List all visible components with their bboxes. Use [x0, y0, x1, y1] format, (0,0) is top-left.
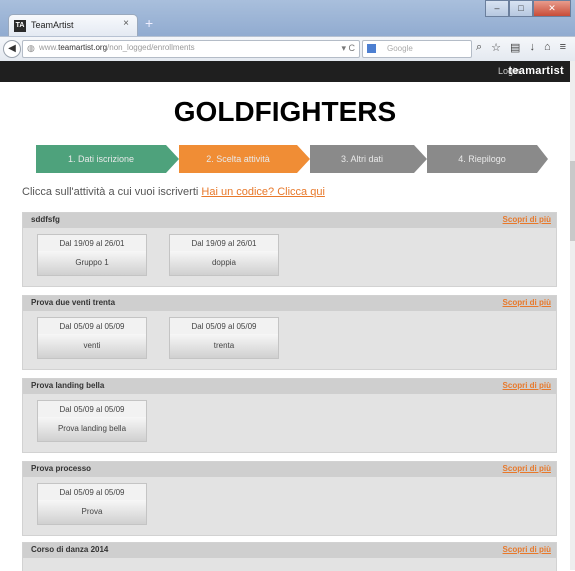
activity-slot[interactable]: Dal 05/09 al 05/09 trenta	[169, 317, 279, 359]
minimize-button[interactable]: –	[485, 0, 509, 17]
menu-icon[interactable]: ≡	[560, 41, 566, 54]
slot-name: venti	[38, 334, 146, 358]
progress-steps: 1. Dati iscrizione 2. Scelta attività 3.…	[22, 145, 548, 173]
step-arrow	[166, 145, 179, 173]
page-scrollbar[interactable]	[570, 61, 575, 570]
activity-slot[interactable]: Dal 05/09 al 05/09 Prova	[37, 483, 147, 525]
scopri-di-piu-link[interactable]: Scopri di più	[503, 545, 551, 554]
address-bar[interactable]: ◍ www.teamartist.org/non_logged/enrollme…	[22, 40, 360, 58]
scopri-di-piu-link[interactable]: Scopri di più	[503, 464, 551, 473]
intro-text: Clicca sull'attività a cui vuoi iscriver…	[22, 186, 325, 198]
browser-navbar: ◀ ◍ www.teamartist.org/non_logged/enroll…	[0, 36, 575, 62]
activity-block: Corso di danza 2014 Scopri di più	[22, 542, 557, 571]
browser-titlebar: TA TeamArtist × + – □ ✕	[0, 0, 575, 40]
teamartist-logo[interactable]: teamartist	[508, 65, 564, 77]
step-arrow	[414, 145, 427, 173]
scopri-di-piu-link[interactable]: Scopri di più	[503, 381, 551, 390]
slot-dates: Dal 19/09 al 26/01	[191, 239, 257, 248]
slot-name: Prova	[38, 500, 146, 524]
step-scelta-attivita[interactable]: 2. Scelta attività	[179, 145, 297, 173]
step-arrow	[537, 145, 548, 173]
search-icon[interactable]: ⌕	[476, 41, 482, 54]
activity-slot[interactable]: Dal 19/09 al 26/01 Gruppo 1	[37, 234, 147, 276]
step-altri-dati[interactable]: 3. Altri dati	[310, 145, 414, 173]
activity-block: Prova landing bella Scopri di più Dal 05…	[22, 378, 557, 453]
scopri-di-piu-link[interactable]: Scopri di più	[503, 215, 551, 224]
back-arrow-icon[interactable]: ◀	[3, 40, 21, 58]
activity-block: sddfsfg Scopri di più Dal 19/09 al 26/01…	[22, 212, 557, 287]
slot-dates: Dal 05/09 al 05/09	[59, 405, 125, 414]
activity-header: Prova landing bella Scopri di più	[23, 379, 556, 394]
page-title: GOLDFIGHTERS	[173, 96, 397, 127]
new-tab-button[interactable]: +	[145, 15, 153, 31]
activity-header: Prova processo Scopri di più	[23, 462, 556, 477]
activity-header: Corso di danza 2014 Scopri di più	[23, 543, 556, 558]
search-placeholder: Google	[387, 44, 413, 53]
slot-dates: Dal 19/09 al 26/01	[59, 239, 125, 248]
home-icon[interactable]: ⌂	[544, 41, 551, 54]
browser-tab[interactable]: TA TeamArtist ×	[8, 14, 138, 37]
slot-dates: Dal 05/09 al 05/09	[191, 322, 257, 331]
activity-name: Prova due venti trenta	[31, 298, 116, 307]
site-header: Login teamartist	[0, 61, 570, 82]
tab-title: TeamArtist	[31, 20, 74, 30]
tab-close-icon[interactable]: ×	[123, 18, 129, 29]
scopri-di-piu-link[interactable]: Scopri di più	[503, 298, 551, 307]
activity-slot[interactable]: Dal 05/09 al 05/09 Prova landing bella	[37, 400, 147, 442]
reload-icon[interactable]: ▾ C	[341, 43, 355, 54]
teamartist-favicon-icon: TA	[14, 20, 26, 32]
slot-name: doppia	[170, 251, 278, 275]
url-text: www.teamartist.org/non_logged/enrollment…	[39, 43, 195, 52]
code-link[interactable]: Hai un codice? Clicca qui	[201, 186, 325, 198]
step-dati-iscrizione[interactable]: 1. Dati iscrizione	[36, 145, 166, 173]
maximize-button[interactable]: □	[509, 0, 533, 17]
activity-name: Prova processo	[31, 464, 92, 473]
close-window-button[interactable]: ✕	[533, 0, 571, 17]
scrollbar-thumb[interactable]	[570, 161, 575, 241]
activity-block: Prova processo Scopri di più Dal 05/09 a…	[22, 461, 557, 536]
slot-name: Gruppo 1	[38, 251, 146, 275]
step-riepilogo[interactable]: 4. Riepilogo	[427, 145, 537, 173]
bookmark-star-icon[interactable]: ☆	[491, 41, 501, 54]
activity-header: sddfsfg Scopri di più	[23, 213, 556, 228]
google-icon	[367, 44, 376, 53]
download-icon[interactable]: ↓	[529, 41, 535, 54]
slot-name: Prova landing bella	[38, 417, 146, 441]
slot-dates: Dal 05/09 al 05/09	[59, 322, 125, 331]
slot-dates: Dal 05/09 al 05/09	[59, 488, 125, 497]
globe-icon: ◍	[27, 43, 35, 53]
activity-slot[interactable]: Dal 05/09 al 05/09 venti	[37, 317, 147, 359]
browser-toolbar-icons: ⌕ ☆ ▤ ↓ ⌂ ≡	[476, 41, 566, 54]
activity-name: sddfsfg	[31, 215, 60, 224]
activity-name: Corso di danza 2014	[31, 545, 109, 554]
search-bar[interactable]: Google	[362, 40, 472, 58]
bookmarks-list-icon[interactable]: ▤	[510, 41, 520, 54]
activity-name: Prova landing bella	[31, 381, 105, 390]
step-arrow	[297, 145, 310, 173]
activity-slot[interactable]: Dal 19/09 al 26/01 doppia	[169, 234, 279, 276]
activity-header: Prova due venti trenta Scopri di più	[23, 296, 556, 311]
slot-name: trenta	[170, 334, 278, 358]
activity-block: Prova due venti trenta Scopri di più Dal…	[22, 295, 557, 370]
window-controls: – □ ✕	[485, 0, 571, 17]
